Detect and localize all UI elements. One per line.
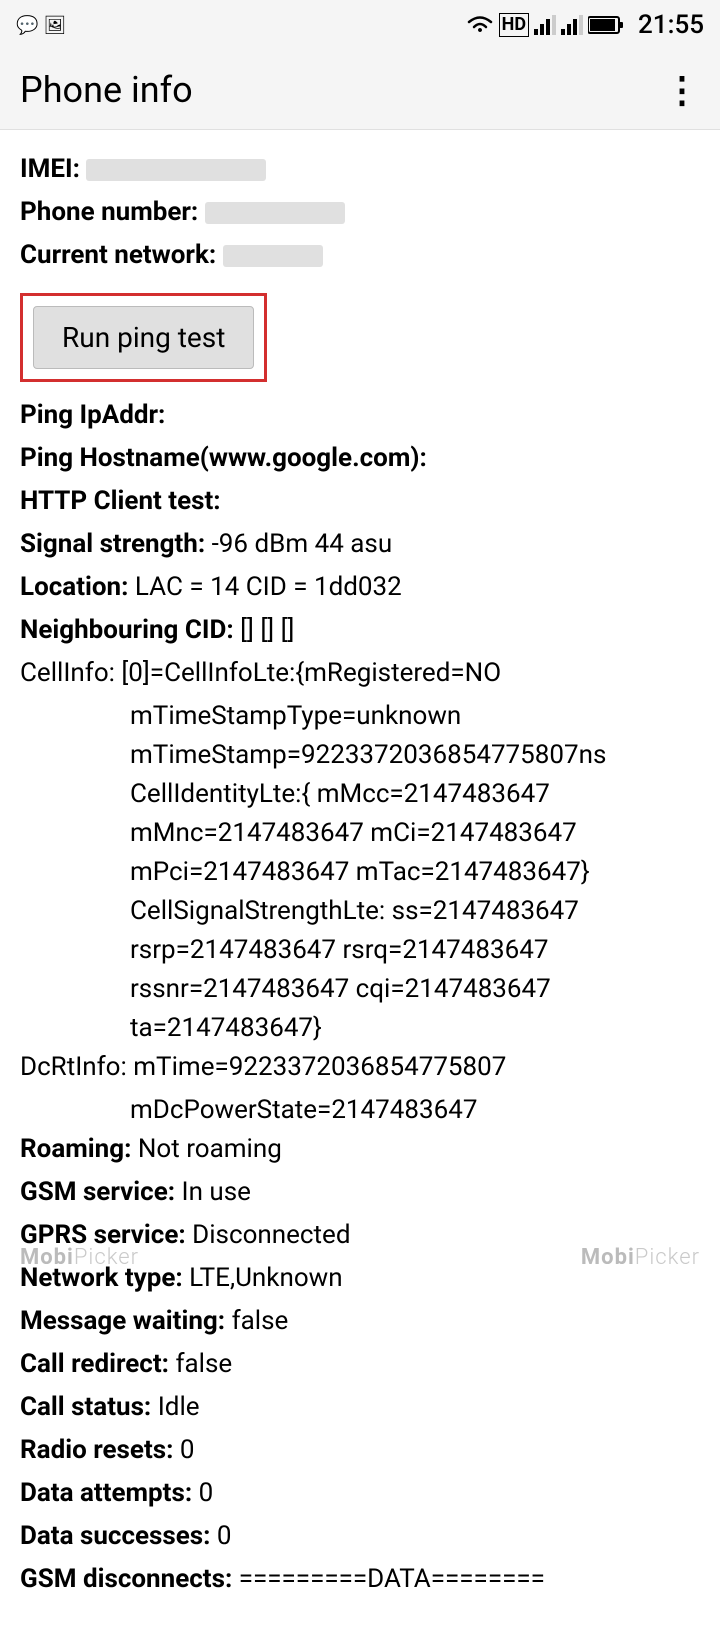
ping-ipaddr-label: Ping IpAddr:: [20, 400, 165, 430]
gprs-service-row: GPRS service: Disconnected: [20, 1216, 700, 1255]
network-value: [223, 245, 323, 267]
imei-row: IMEI:: [20, 150, 700, 189]
data-attempts-value: 0: [199, 1478, 214, 1508]
roaming-label: Roaming:: [20, 1134, 131, 1164]
ping-test-highlight-box: Run ping test: [20, 293, 267, 382]
call-status-value: Idle: [158, 1392, 200, 1422]
gsm-disconnects-value: =========DATA========: [239, 1564, 545, 1594]
call-status-row: Call status: Idle: [20, 1388, 700, 1427]
phone-label: Phone number:: [20, 197, 198, 227]
location-label: Location:: [20, 572, 128, 602]
neighbouring-label: Neighbouring CID:: [20, 615, 234, 645]
imei-label: IMEI:: [20, 154, 80, 184]
gsm-service-row: GSM service: In use: [20, 1173, 700, 1212]
radio-resets-label: Radio resets:: [20, 1435, 173, 1465]
radio-resets-row: Radio resets: 0: [20, 1431, 700, 1470]
status-bar: 💬 🖼 HD 2: [0, 0, 720, 50]
call-redirect-row: Call redirect: false: [20, 1345, 700, 1384]
gprs-label: GPRS service:: [20, 1220, 186, 1250]
signal1-icon: [534, 15, 556, 35]
system-icons: HD: [466, 13, 624, 37]
status-icons: 💬 🖼: [16, 15, 66, 36]
page-title: Phone info: [20, 69, 193, 111]
message-waiting-row: Message waiting: false: [20, 1302, 700, 1341]
wifi-icon: [466, 14, 494, 36]
cellinfo-line6: mPci=2147483647 mTac=2147483647}: [20, 853, 700, 892]
gsm-disconnects-label: GSM disconnects:: [20, 1564, 232, 1594]
msg-waiting-value: false: [232, 1306, 289, 1336]
ping-hostname-row: Ping Hostname(www.google.com):: [20, 439, 700, 478]
hd-icon: HD: [499, 13, 529, 37]
msg-waiting-label: Message waiting:: [20, 1306, 225, 1336]
roaming-row: Roaming: Not roaming: [20, 1130, 700, 1169]
signal-strength-row: Signal strength: -96 dBm 44 asu: [20, 525, 700, 564]
cellinfo-line9: rssnr=2147483647 cqi=2147483647: [20, 970, 700, 1009]
neighbouring-value: [] [] []: [240, 615, 294, 645]
data-successes-value: 0: [217, 1521, 232, 1551]
http-client-row: HTTP Client test:: [20, 482, 700, 521]
ping-hostname-label: Ping Hostname(www.google.com):: [20, 443, 427, 473]
status-time: 21:55: [638, 10, 704, 40]
run-ping-test-button[interactable]: Run ping test: [33, 306, 254, 369]
dcrtinfo-row: DcRtInfo: mTime=9223372036854775807: [20, 1048, 700, 1087]
data-successes-row: Data successes: 0: [20, 1517, 700, 1556]
cellinfo-line7: CellSignalStrengthLte: ss=2147483647: [20, 892, 700, 931]
data-successes-label: Data successes:: [20, 1521, 210, 1551]
roaming-value: Not roaming: [138, 1134, 282, 1164]
content-area: IMEI: Phone number: Current network: Run…: [0, 130, 720, 1643]
signal-label: Signal strength:: [20, 529, 205, 559]
signal2-icon: [561, 15, 583, 35]
cellinfo-line2: mTimeStampType=unknown: [20, 697, 700, 736]
network-row: Current network:: [20, 236, 700, 275]
cellinfo-label: CellInfo:: [20, 658, 115, 688]
network-type-label: Network type:: [20, 1263, 183, 1293]
dcrtinfo-value: mTime=9223372036854775807: [133, 1052, 506, 1082]
gprs-value: Disconnected: [192, 1220, 350, 1250]
cellinfo-value: [0]=CellInfoLte:{mRegistered=NO: [121, 658, 501, 688]
cellinfo-row: CellInfo: [0]=CellInfoLte:{mRegistered=N…: [20, 654, 700, 693]
cellinfo-line5: mMnc=2147483647 mCi=2147483647: [20, 814, 700, 853]
battery-icon: [588, 15, 624, 35]
location-row: Location: LAC = 14 CID = 1dd032: [20, 568, 700, 607]
network-label: Current network:: [20, 240, 216, 270]
overflow-menu-button[interactable]: ⋮: [664, 69, 700, 111]
data-attempts-row: Data attempts: 0: [20, 1474, 700, 1513]
location-value: LAC = 14 CID = 1dd032: [135, 572, 402, 602]
network-type-row: Network type: LTE,Unknown: [20, 1259, 700, 1298]
radio-resets-value: 0: [180, 1435, 195, 1465]
cellinfo-line10: ta=2147483647}: [20, 1009, 700, 1048]
call-status-label: Call status:: [20, 1392, 151, 1422]
ping-ipaddr-row: Ping IpAddr:: [20, 396, 700, 435]
app-bar: Phone info ⋮: [0, 50, 720, 130]
dcrtinfo-line2: mDcPowerState=2147483647: [20, 1091, 700, 1130]
signal-value: -96 dBm 44 asu: [212, 529, 393, 559]
gallery-icon: 🖼: [43, 15, 66, 36]
dcrtinfo-label: DcRtInfo:: [20, 1052, 127, 1082]
phone-number-row: Phone number:: [20, 193, 700, 232]
gsm-service-value: In use: [182, 1177, 251, 1207]
call-redirect-label: Call redirect:: [20, 1349, 169, 1379]
whatsapp-icon: 💬: [16, 15, 38, 36]
cellinfo-line4: CellIdentityLte:{ mMcc=2147483647: [20, 775, 700, 814]
http-client-label: HTTP Client test:: [20, 486, 221, 516]
phone-value: [205, 202, 345, 224]
cellinfo-line8: rsrp=2147483647 rsrq=2147483647: [20, 931, 700, 970]
neighbouring-cid-row: Neighbouring CID: [] [] []: [20, 611, 700, 650]
call-redirect-value: false: [175, 1349, 232, 1379]
gsm-service-label: GSM service:: [20, 1177, 175, 1207]
imei-value: [86, 159, 266, 181]
cellinfo-line3: mTimeStamp=922337203685477580​7ns: [20, 736, 700, 775]
network-type-value: LTE,Unknown: [189, 1263, 342, 1293]
gsm-disconnects-row: GSM disconnects: =========DATA========: [20, 1560, 700, 1599]
data-attempts-label: Data attempts:: [20, 1478, 192, 1508]
